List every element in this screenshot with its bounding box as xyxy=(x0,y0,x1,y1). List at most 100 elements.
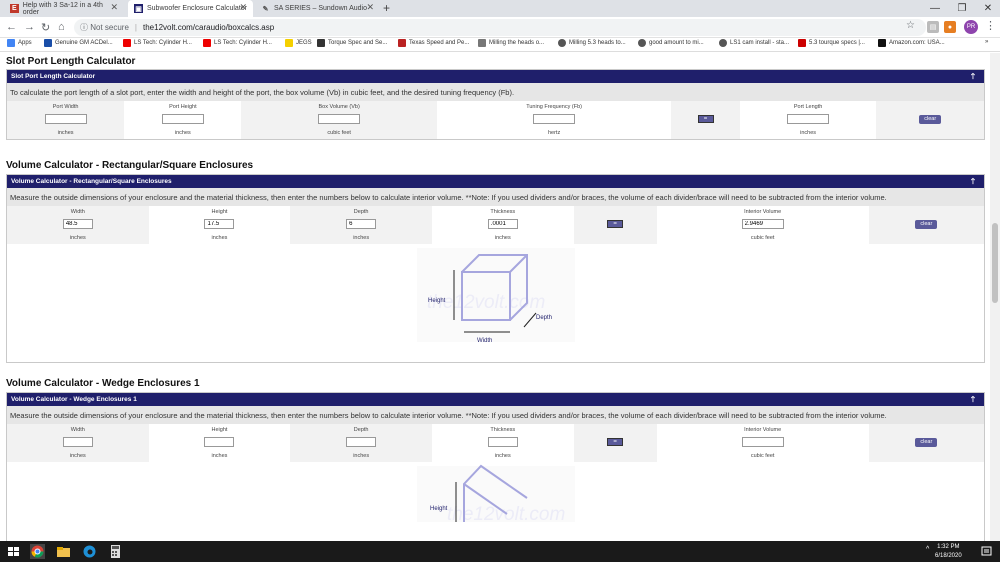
bookmark-item[interactable]: Texas Speed and Pe... xyxy=(398,39,469,47)
unit-label: inches xyxy=(739,126,877,139)
extension-icon[interactable]: ● xyxy=(944,21,956,33)
tab-strip: E Help with 3 Sa-12 in a 4th order ✕ ▣ S… xyxy=(0,0,1000,17)
width-input[interactable] xyxy=(62,219,93,229)
edge-icon[interactable] xyxy=(82,544,97,559)
reload-icon[interactable]: ↻ xyxy=(41,21,50,34)
bookmark-label: Torque Spec and Se... xyxy=(328,40,388,46)
clear-button[interactable]: clear xyxy=(915,219,938,229)
box-volume-input[interactable] xyxy=(318,114,361,124)
tab-subwoofer-calculator[interactable]: ▣ Subwoofer Enclosure Calculator ✕ xyxy=(128,0,253,17)
bookmark-item[interactable]: LS Tech: Cylinder H... xyxy=(203,39,272,47)
close-icon[interactable]: ✕ xyxy=(366,2,374,13)
bookmark-label: good amount to mi... xyxy=(649,40,704,46)
jegs-icon xyxy=(285,39,293,47)
tab-sundown-audio[interactable]: ✎ SA SERIES – Sundown Audio ✕ xyxy=(255,0,380,17)
panel-title: Volume Calculator - Rectangular/Square E… xyxy=(11,178,172,185)
wedge-volume-panel: Volume Calculator - Wedge Enclosures 1 🡑… xyxy=(6,392,985,541)
bookmark-star-icon[interactable]: ☆ xyxy=(906,20,915,31)
tab-label: Help with 3 Sa-12 in a 4th order xyxy=(22,1,103,16)
bookmark-item[interactable]: Torque Spec and Se... xyxy=(317,39,387,47)
scrollbar[interactable] xyxy=(990,53,1000,541)
width-input[interactable] xyxy=(62,437,93,447)
field-label: Port Height xyxy=(124,101,242,112)
forward-arrow-icon[interactable]: → xyxy=(24,21,35,33)
chrome-icon[interactable] xyxy=(30,544,45,559)
thickness-input[interactable] xyxy=(487,219,518,229)
gm-icon xyxy=(44,39,52,47)
restore-icon[interactable]: ❐ xyxy=(952,0,972,17)
divider: | xyxy=(134,23,137,32)
interior-volume-output[interactable] xyxy=(741,437,784,447)
file-explorer-icon[interactable] xyxy=(56,544,71,559)
avatar[interactable]: PR xyxy=(964,20,978,34)
globe-icon xyxy=(638,39,646,47)
tuning-frequency-input[interactable] xyxy=(533,114,576,124)
forum-favicon-icon: E xyxy=(10,4,19,13)
close-icon[interactable]: ✕ xyxy=(239,2,247,13)
arrow-up-icon[interactable]: 🡑 xyxy=(971,176,975,190)
bookmark-item[interactable]: JEGS xyxy=(285,39,312,47)
calculate-button[interactable]: = xyxy=(697,115,714,123)
port-width-input[interactable] xyxy=(44,114,87,124)
home-icon[interactable]: ⌂ xyxy=(58,21,65,33)
info-icon[interactable]: ⓘ xyxy=(80,22,88,33)
bookmark-item[interactable]: Milling the heads o... xyxy=(478,39,544,47)
bookmark-label: LS Tech: Cylinder H... xyxy=(214,40,272,46)
bookmark-item[interactable]: LS Tech: Cylinder H... xyxy=(123,39,192,47)
tab-help-sa12[interactable]: E Help with 3 Sa-12 in a 4th order ✕ xyxy=(4,0,124,17)
depth-input[interactable] xyxy=(346,437,377,447)
page-content: Slot Port Length Calculator Slot Port Le… xyxy=(0,53,990,541)
field-label: Interior Volume xyxy=(656,206,869,217)
height-input[interactable] xyxy=(204,219,235,229)
extension-icon[interactable]: ▤ xyxy=(927,21,939,33)
system-clock[interactable]: 1:32 PM 6/18/2020 xyxy=(935,543,962,561)
bookmark-item[interactable]: Amazon.com: USA... xyxy=(878,39,945,47)
bookmark-item[interactable]: good amount to mi... xyxy=(638,39,704,47)
pen-favicon-icon: ✎ xyxy=(262,5,269,13)
rect-volume-panel: Volume Calculator - Rectangular/Square E… xyxy=(6,174,985,363)
bookmark-label: JEGS xyxy=(296,40,312,46)
window-close-icon[interactable]: ✕ xyxy=(978,0,998,17)
chevron-up-icon[interactable]: ^ xyxy=(926,546,929,553)
bookmark-apps[interactable]: Apps xyxy=(7,39,32,47)
bookmark-item[interactable]: Genuine GM ACDel... xyxy=(44,39,113,47)
bookmark-label: Milling 5.3 heads to... xyxy=(569,40,626,46)
width-label: Width xyxy=(477,338,492,344)
calculator-icon[interactable] xyxy=(108,544,123,559)
depth-input[interactable] xyxy=(346,219,377,229)
bookmark-item[interactable]: 5.3 tourque specs |... xyxy=(798,39,865,47)
site-favicon-icon: ▣ xyxy=(134,4,143,13)
unit-label: cubic feet xyxy=(656,231,869,244)
back-arrow-icon[interactable]: ← xyxy=(6,21,17,33)
thickness-input[interactable] xyxy=(487,437,518,447)
bookmark-item[interactable]: Milling 5.3 heads to... xyxy=(558,39,626,47)
calculate-button[interactable]: = xyxy=(607,438,624,446)
bookmark-label: Apps xyxy=(18,40,32,46)
scrollbar-thumb[interactable] xyxy=(992,223,998,303)
arrow-up-icon[interactable]: 🡑 xyxy=(971,394,975,408)
rect-section-heading: Volume Calculator - Rectangular/Square E… xyxy=(6,160,254,171)
new-tab-plus-icon[interactable]: + xyxy=(383,1,390,15)
minimize-icon[interactable]: — xyxy=(925,0,945,17)
calculate-button[interactable]: = xyxy=(607,220,624,228)
wedge-section-heading: Volume Calculator - Wedge Enclosures 1 xyxy=(6,378,200,389)
address-bar[interactable]: ⓘ Not secure | the12volt.com/caraudio/bo… xyxy=(74,19,926,36)
windows-start-icon[interactable] xyxy=(6,544,21,559)
unit-label: inches xyxy=(290,231,432,244)
port-height-input[interactable] xyxy=(161,114,204,124)
bookmark-item[interactable]: LS1 cam install - sta... xyxy=(719,39,789,47)
more-bookmarks-icon[interactable]: » xyxy=(985,39,988,45)
close-icon[interactable]: ✕ xyxy=(110,2,118,13)
height-input[interactable] xyxy=(204,437,235,447)
field-label: Height xyxy=(148,424,291,435)
clear-button[interactable]: clear xyxy=(915,437,938,447)
slot-port-panel: Slot Port Length Calculator 🡑 To calcula… xyxy=(6,69,985,140)
interior-volume-output[interactable] xyxy=(741,219,784,229)
more-menu-icon[interactable]: ⋮ xyxy=(985,19,996,32)
bookmark-label: Texas Speed and Pe... xyxy=(409,40,470,46)
clear-button[interactable]: clear xyxy=(919,114,942,124)
arrow-up-icon[interactable]: 🡑 xyxy=(971,71,975,85)
port-length-output[interactable] xyxy=(787,114,830,124)
notification-icon[interactable] xyxy=(979,544,994,559)
panel-header: Slot Port Length Calculator 🡑 xyxy=(7,70,984,83)
